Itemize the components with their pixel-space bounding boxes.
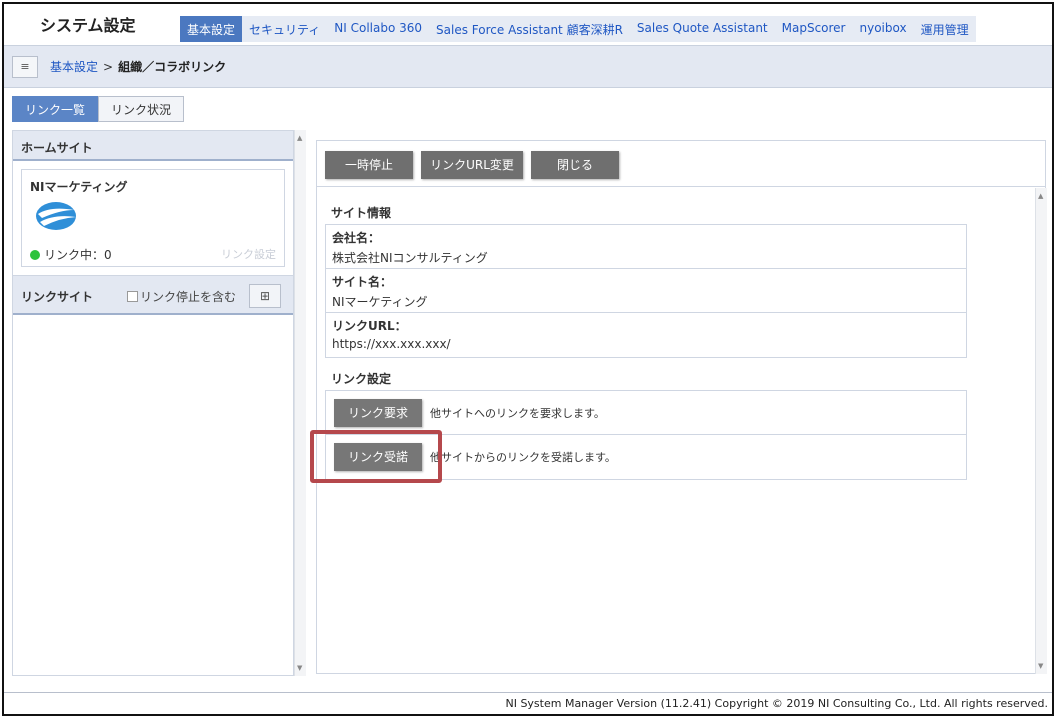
include-stopped-checkbox[interactable]: リンク停止を含む	[127, 288, 236, 305]
detail-content: サイト情報 会社名： 株式会社NIコンサルティング サイト名： NIマーケティン…	[317, 188, 1047, 674]
scroll-up-icon[interactable]: ▲	[1038, 192, 1043, 200]
tab-nyoibox[interactable]: nyoibox	[853, 16, 914, 42]
scroll-down-icon[interactable]: ▼	[1038, 662, 1043, 670]
link-accept-desc: 他サイトからのリンクを受諾します。	[430, 451, 616, 464]
tab-mapscorer[interactable]: MapScorer	[775, 16, 853, 42]
link-request-row: リンク要求 他サイトへのリンクを要求します。	[326, 391, 966, 435]
link-settings-title: リンク設定	[331, 372, 392, 386]
tab-link-status[interactable]: リンク状況	[98, 96, 185, 122]
close-button[interactable]: 閉じる	[531, 151, 619, 179]
link-site-label: リンクサイト	[21, 290, 94, 304]
breadcrumb-parent-link[interactable]: 基本設定	[50, 60, 98, 74]
link-request-button[interactable]: リンク要求	[334, 399, 422, 427]
info-value: https://xxx.xxx.xxx/	[332, 337, 451, 351]
link-site-header: リンクサイト リンク停止を含む ⊞	[13, 275, 293, 315]
company-logo-icon	[36, 202, 76, 230]
app-frame: システム設定 基本設定 セキュリティ NI Collabo 360 Sales …	[2, 2, 1054, 716]
tab-link-list[interactable]: リンク一覧	[12, 96, 99, 122]
left-scrollbar[interactable]: ▲ ▼	[294, 130, 306, 676]
header: システム設定 基本設定 セキュリティ NI Collabo 360 Sales …	[4, 4, 1052, 46]
site-info-title: サイト情報	[331, 206, 392, 220]
home-site-name: NIマーケティング	[30, 180, 128, 194]
info-key: リンクURL：	[332, 319, 407, 333]
tab-security[interactable]: セキュリティ	[242, 16, 327, 42]
left-panel: ホームサイト NIマーケティング リンク中：0 リンク設定 リンクサイト リンク…	[12, 130, 294, 676]
info-key: サイト名：	[332, 275, 393, 289]
info-value: NIマーケティング	[332, 295, 428, 309]
breadcrumb-separator: >	[103, 60, 114, 74]
link-request-desc: 他サイトへのリンクを要求します。	[430, 407, 605, 420]
detail-scrollbar[interactable]: ▲ ▼	[1035, 188, 1047, 674]
link-accept-row: リンク受諾 他サイトからのリンクを受諾します。	[326, 435, 966, 479]
breadcrumb-current: 組織／コラボリンク	[118, 60, 227, 74]
app-title: システム設定	[40, 16, 136, 35]
home-site-card[interactable]: NIマーケティング リンク中：0 リンク設定	[21, 169, 285, 267]
scroll-down-icon[interactable]: ▼	[297, 664, 302, 672]
link-count: リンク中：0	[44, 248, 112, 262]
copyright-text: NI System Manager Version (11.2.41) Copy…	[505, 697, 1048, 710]
include-stopped-label: リンク停止を含む	[140, 290, 237, 304]
tab-basic-settings[interactable]: 基本設定	[180, 16, 243, 42]
info-row-site-name: サイト名： NIマーケティング	[326, 269, 966, 313]
status-dot-icon	[30, 249, 40, 260]
link-setting-link[interactable]: リンク設定	[221, 246, 276, 262]
link-status: リンク中：0	[30, 246, 112, 263]
sub-tabs: リンク一覧 リンク状況	[12, 96, 185, 122]
tab-sales-force-assistant[interactable]: Sales Force Assistant 顧客深耕R	[429, 16, 630, 42]
scroll-up-icon[interactable]: ▲	[297, 134, 302, 142]
breadcrumb-bar: ≡ 基本設定 > 組織／コラボリンク	[4, 46, 1052, 88]
info-row-link-url: リンクURL： https://xxx.xxx.xxx/	[326, 313, 966, 357]
link-settings-table: リンク要求 他サイトへのリンクを要求します。 リンク受諾 他サイトからのリンクを…	[325, 390, 967, 480]
detail-toolbar: 一時停止 リンクURL変更 閉じる	[317, 141, 1045, 187]
tab-sales-quote-assistant[interactable]: Sales Quote Assistant	[630, 16, 775, 42]
top-tabs: 基本設定 セキュリティ NI Collabo 360 Sales Force A…	[180, 16, 976, 42]
change-url-button[interactable]: リンクURL変更	[421, 151, 523, 179]
detail-panel: 一時停止 リンクURL変更 閉じる サイト情報 会社名： 株式会社NIコンサルテ…	[316, 140, 1047, 674]
info-row-company: 会社名： 株式会社NIコンサルティング	[326, 225, 966, 269]
site-info-table: 会社名： 株式会社NIコンサルティング サイト名： NIマーケティング リンクU…	[325, 224, 967, 358]
grid-view-icon[interactable]: ⊞	[249, 284, 281, 308]
checkbox-icon[interactable]	[127, 291, 138, 302]
info-key: 会社名：	[332, 231, 381, 245]
breadcrumb: 基本設定 > 組織／コラボリンク	[50, 58, 226, 75]
menu-icon[interactable]: ≡	[12, 56, 38, 78]
tab-operations[interactable]: 運用管理	[914, 16, 976, 42]
home-site-header: ホームサイト	[13, 131, 293, 161]
pause-button[interactable]: 一時停止	[325, 151, 413, 179]
link-accept-button[interactable]: リンク受諾	[334, 443, 422, 471]
footer: NI System Manager Version (11.2.41) Copy…	[4, 692, 1052, 714]
tab-ni-collabo[interactable]: NI Collabo 360	[327, 16, 429, 42]
info-value: 株式会社NIコンサルティング	[332, 251, 488, 265]
